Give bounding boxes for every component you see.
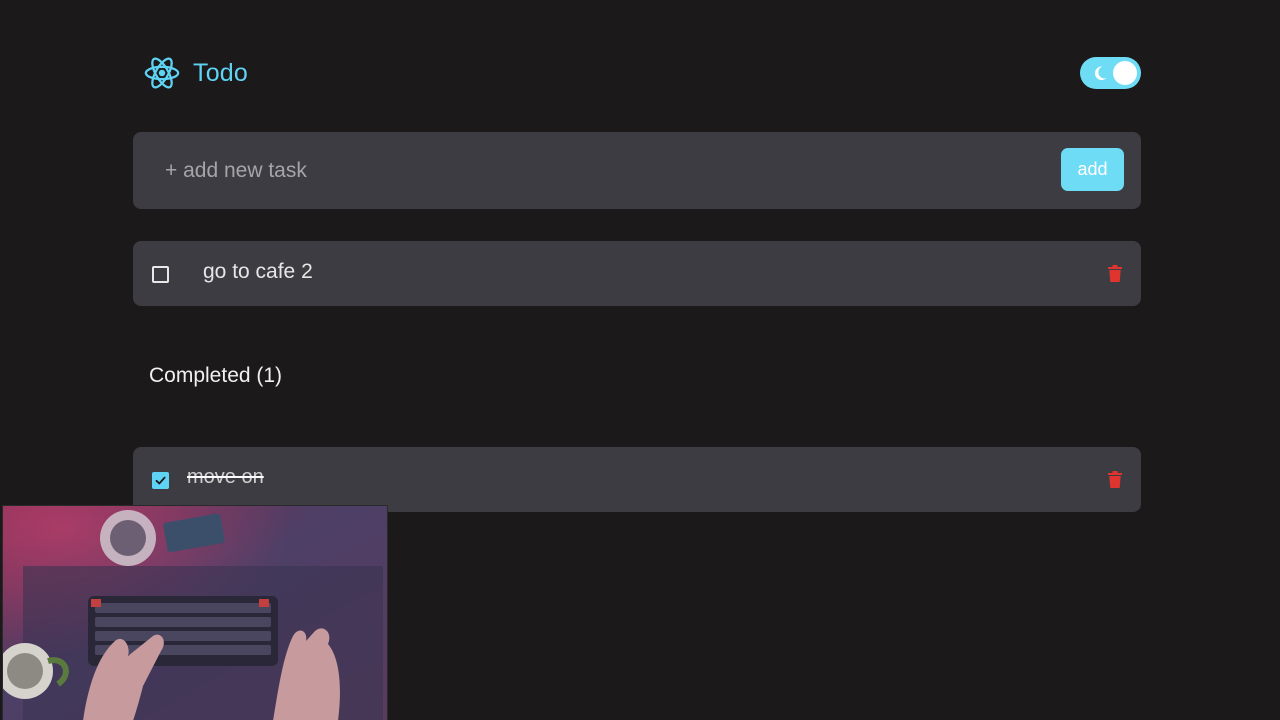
completed-task-label: move on xyxy=(187,466,264,488)
todo-app: Todo add go to cafe 2 Completed (1) xyxy=(0,0,1280,720)
trash-icon[interactable] xyxy=(1108,265,1122,282)
toggle-knob xyxy=(1113,61,1137,85)
completed-task-row: move on xyxy=(133,447,1141,512)
header: Todo xyxy=(133,52,1141,96)
brand: Todo xyxy=(143,54,248,92)
task-checkbox[interactable] xyxy=(152,266,169,283)
webcam-scene xyxy=(3,506,387,720)
new-task-input[interactable] xyxy=(155,150,1055,192)
task-row: go to cafe 2 xyxy=(133,241,1141,306)
checkmark-icon xyxy=(155,476,166,485)
theme-toggle[interactable] xyxy=(1080,57,1141,89)
add-button[interactable]: add xyxy=(1061,148,1124,191)
add-task-bar: add xyxy=(133,132,1141,209)
trash-icon[interactable] xyxy=(1108,471,1122,488)
completed-heading: Completed (1) xyxy=(149,364,283,387)
app-title: Todo xyxy=(193,58,249,87)
task-checkbox-checked[interactable] xyxy=(152,472,169,489)
moon-icon xyxy=(1094,66,1107,81)
task-label: go to cafe 2 xyxy=(203,260,313,283)
react-atom-icon xyxy=(144,57,180,89)
webcam-feed-icon xyxy=(2,505,388,720)
